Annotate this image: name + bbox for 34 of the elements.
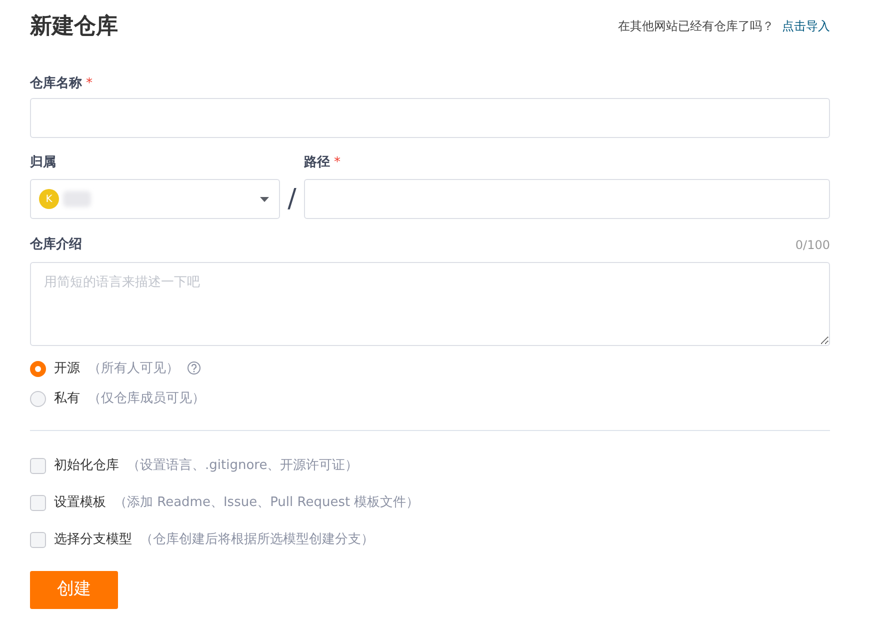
option-checkbox[interactable]: [30, 458, 46, 474]
field-label: 仓库介绍: [30, 236, 82, 254]
repo-name-input[interactable]: [30, 98, 830, 138]
radio-note: （所有人可见）: [88, 360, 179, 378]
required-asterisk: *: [86, 75, 92, 94]
owner-avatar: K: [39, 189, 59, 209]
option-note: （添加 Readme、Issue、Pull Request 模板文件）: [114, 494, 420, 512]
option-checkbox[interactable]: [30, 495, 46, 511]
page-title: 新建仓库: [30, 12, 118, 40]
required-asterisk: *: [334, 154, 340, 172]
field-label: 路径: [304, 154, 330, 172]
import-link[interactable]: 点击导入: [782, 17, 830, 35]
radio-note: （仅仓库成员可见）: [88, 390, 205, 408]
visibility-radio[interactable]: [30, 391, 46, 407]
option-label: 初始化仓库: [54, 457, 119, 476]
visibility-radio[interactable]: [30, 361, 46, 377]
path-input[interactable]: [304, 179, 830, 219]
field-label: 仓库名称: [30, 74, 82, 94]
dropdown-caret-icon: [260, 196, 269, 202]
radio-label: 私有: [54, 390, 80, 408]
option-note: （设置语言、.gitignore、开源许可证）: [127, 457, 358, 476]
import-question: 在其他网站已经有仓库了吗？: [618, 18, 774, 35]
option-note: （仓库创建后将根据所选模型创建分支）: [140, 531, 374, 550]
path-separator: /: [286, 182, 298, 216]
help-icon[interactable]: [187, 360, 201, 374]
char-counter: 0/100: [795, 237, 830, 254]
owner-select[interactable]: K: [30, 179, 280, 219]
option-label: 设置模板: [54, 494, 106, 512]
field-label: 归属: [30, 154, 56, 172]
create-button[interactable]: 创建: [30, 571, 118, 609]
option-checkbox[interactable]: [30, 532, 46, 548]
radio-label: 开源: [54, 360, 80, 378]
option-label: 选择分支模型: [54, 531, 132, 550]
description-textarea[interactable]: 用简短的语言来描述一下吧: [30, 262, 830, 346]
